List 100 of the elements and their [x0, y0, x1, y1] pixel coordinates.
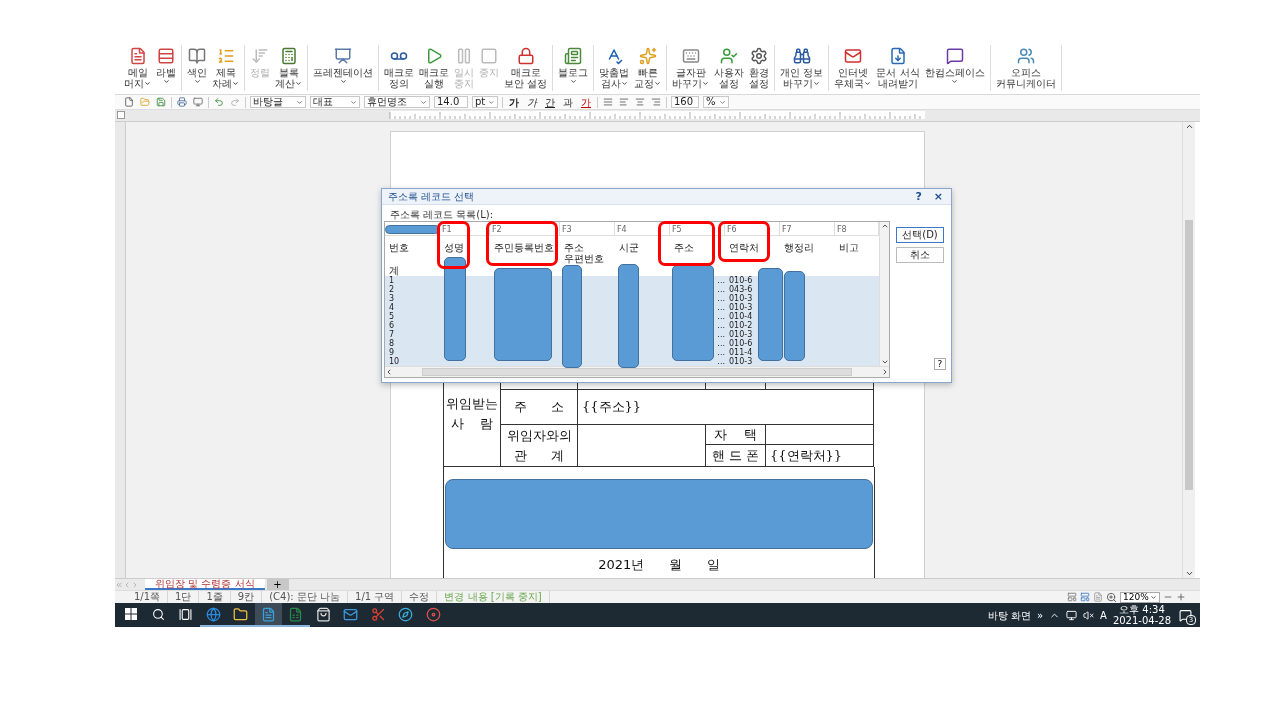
new-document-icon[interactable]	[123, 96, 135, 108]
browser-icon	[205, 606, 221, 622]
play-icon	[425, 47, 443, 65]
justify-icon[interactable]	[602, 96, 614, 108]
page-view-icon[interactable]	[1093, 592, 1103, 602]
close-button[interactable]: ×	[931, 190, 945, 203]
redaction-mark	[385, 225, 440, 234]
char-format-button[interactable]: 과	[561, 96, 575, 108]
undo-icon[interactable]	[213, 96, 225, 108]
scroll-right-icon[interactable]	[881, 368, 889, 376]
network-icon[interactable]	[1066, 609, 1078, 621]
column-header: 비고	[839, 242, 859, 253]
caret-icon	[864, 80, 872, 87]
overflow-button[interactable]: »	[1036, 609, 1044, 621]
ribbon-button[interactable]: 매크로 실행	[417, 47, 451, 91]
caret-icon	[193, 78, 201, 85]
print-icon[interactable]	[176, 96, 188, 108]
document-icon	[128, 47, 147, 65]
redo-icon[interactable]	[229, 96, 241, 108]
ribbon-button[interactable]: 라벨	[154, 47, 178, 91]
ribbon-button[interactable]: 문서 서식 내려받기	[874, 47, 922, 91]
taskbar-app[interactable]	[254, 603, 282, 627]
column-header: 시군	[619, 242, 639, 253]
ribbon-button[interactable]: 개인 정보 바꾸기	[778, 47, 826, 91]
scroll-up-icon[interactable]	[880, 222, 889, 230]
help-button[interactable]: ?	[913, 190, 924, 203]
users-icon	[1016, 47, 1035, 65]
align-right-icon[interactable]	[650, 96, 662, 108]
preview-icon[interactable]	[192, 96, 204, 108]
unit-dropdown[interactable]: pt	[472, 96, 498, 108]
help-button[interactable]: ?	[934, 358, 946, 370]
scroll-up-icon[interactable]	[1184, 122, 1194, 131]
caret-icon	[295, 80, 302, 87]
ribbon-button[interactable]: 빠른 교정	[632, 47, 664, 91]
add-tab-button[interactable]: +	[266, 579, 289, 590]
volume-muted-icon[interactable]	[1083, 609, 1095, 621]
ribbon-button[interactable]: 매크로 보안 설정	[502, 47, 550, 91]
vertical-scrollbar[interactable]	[1182, 122, 1195, 578]
rows-icon	[157, 47, 175, 65]
previous-tab-icon[interactable]	[123, 580, 131, 589]
view-mode-icon[interactable]	[1080, 592, 1090, 602]
table-label: 자 택	[714, 425, 757, 444]
ribbon-button[interactable]: 맞춤법 검사	[597, 47, 632, 91]
scroll-left-icon[interactable]	[385, 368, 393, 376]
field-header: F4	[617, 225, 627, 235]
zoom-dropdown[interactable]: 120%	[1120, 591, 1160, 603]
percent-dropdown[interactable]: %	[703, 96, 729, 108]
dialog-button[interactable]: 선택(D)	[896, 227, 944, 243]
row-number: 10	[388, 357, 401, 366]
book-icon	[188, 47, 206, 65]
ruler-corner-button[interactable]	[117, 111, 125, 119]
ribbon-button[interactable]: 프레젠테이션	[311, 47, 375, 91]
scroll-down-icon[interactable]	[880, 358, 889, 366]
field-header: F1	[442, 225, 452, 235]
input-indicator[interactable]: A	[1100, 609, 1107, 621]
ribbon-button[interactable]: 글자판 바꾸기	[670, 47, 712, 91]
font-size-field[interactable]: 14.0	[434, 96, 468, 108]
scroll-thumb[interactable]	[1185, 220, 1193, 490]
desktop-label[interactable]: 바탕 화면	[987, 609, 1031, 621]
row-number: 2	[388, 285, 396, 294]
dialog-button[interactable]: 취소	[896, 247, 944, 263]
scroll-down-icon[interactable]	[1184, 569, 1194, 578]
row-label: 계	[389, 266, 399, 276]
zoom-icon[interactable]	[1106, 591, 1117, 603]
vertical-scrollbar[interactable]	[879, 222, 889, 366]
char-format-button[interactable]: 간	[543, 96, 557, 108]
ribbon-button[interactable]: 한컴스페이스	[922, 47, 987, 91]
ribbon-button[interactable]: 환경 설정	[747, 47, 772, 91]
ribbon-button[interactable]: 인터넷 우체국	[832, 47, 874, 91]
view-mode-icon[interactable]	[1067, 592, 1077, 602]
table-label: 핸 드 폰	[711, 446, 760, 465]
next-tab-icon[interactable]	[131, 580, 139, 589]
table-cell-text: 010-3	[728, 303, 754, 312]
ribbon-button[interactable]: 사용자 설정	[712, 47, 747, 91]
char-format-button[interactable]: 가	[579, 96, 593, 108]
paragraph-style-dropdown[interactable]: 대표	[310, 96, 360, 108]
align-left-icon[interactable]	[618, 96, 630, 108]
task-view-icon	[179, 607, 193, 621]
table-cell-text: ...	[716, 276, 725, 285]
field-header: F7	[782, 225, 792, 235]
ribbon-button[interactable]: 메일 머지	[122, 47, 153, 91]
ribbon-button[interactable]: 매크로 정의	[382, 47, 416, 91]
char-format-button[interactable]: 가	[525, 96, 539, 108]
horizontal-scrollbar[interactable]	[385, 366, 889, 377]
line-spacing-field[interactable]: 160	[671, 96, 699, 108]
char-format-button[interactable]: 가	[507, 96, 521, 108]
style-dropdown[interactable]: 바탕글	[250, 96, 306, 108]
align-center-icon[interactable]	[634, 96, 646, 108]
ribbon-button[interactable]: 블로그	[556, 47, 591, 91]
zoom-in-icon[interactable]	[1176, 592, 1186, 602]
scroll-thumb[interactable]	[422, 368, 852, 376]
ribbon-button[interactable]: 색인	[185, 47, 209, 91]
search-icon	[151, 607, 165, 621]
ribbon-button[interactable]: 오피스 커뮤니케이터	[993, 47, 1058, 91]
ribbon-button[interactable]: 제목 차례	[210, 47, 241, 91]
ribbon-button[interactable]: 블록 계산	[273, 47, 304, 91]
open-folder-icon[interactable]	[139, 96, 151, 108]
table-label: 위임받는 사 람	[446, 395, 498, 433]
save-icon[interactable]	[155, 96, 167, 108]
font-dropdown[interactable]: 휴먼명조	[364, 96, 430, 108]
